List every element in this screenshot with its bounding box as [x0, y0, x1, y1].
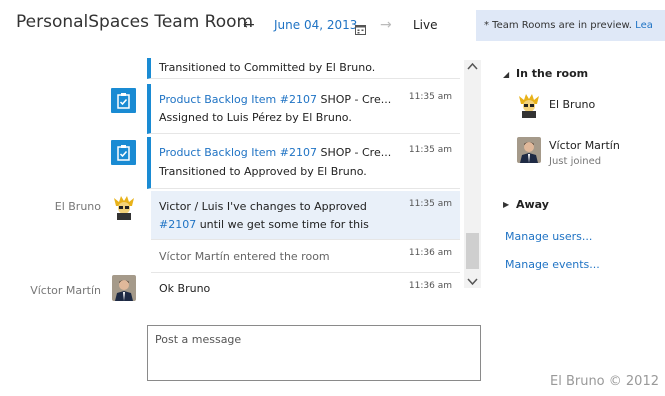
message-item: Victor / Luis I've changes to Approved 1…	[151, 191, 460, 240]
message-text: Transitioned to Committed by El Bruno.	[159, 61, 376, 74]
message-item: Product Backlog Item #2107 SHOP - Cre...…	[147, 84, 460, 134]
work-item-link[interactable]: Product Backlog Item #2107	[159, 146, 317, 159]
work-item-clipboard-icon	[111, 140, 136, 165]
copyright-watermark: El Bruno © 2012	[549, 374, 659, 389]
member-name: Víctor Martín	[549, 139, 620, 152]
scroll-thumb[interactable]	[466, 233, 479, 269]
message-time: 11:35 am	[408, 145, 452, 155]
sender-name: El Bruno	[54, 200, 101, 213]
date-link[interactable]: June 04, 2013	[274, 18, 357, 32]
scroll-down-icon[interactable]	[467, 278, 478, 286]
message-item: Transitioned to Committed by El Bruno.	[147, 58, 460, 79]
message-item: Ok Bruno 11:36 am	[151, 273, 460, 304]
preview-banner: * Team Rooms are in preview. Lea	[476, 10, 665, 41]
scroll-up-icon[interactable]	[467, 62, 478, 70]
system-message-text: Víctor Martín entered the room	[159, 250, 330, 263]
message-text: Victor / Luis I've changes to Approved	[159, 200, 367, 213]
work-item-link[interactable]: Product Backlog Item #2107	[159, 93, 317, 106]
away-heading[interactable]: Away	[516, 198, 549, 211]
collapsed-triangle-icon[interactable]: ▶	[503, 200, 509, 209]
manage-users-link[interactable]: Manage users...	[505, 230, 592, 243]
message-text: Assigned to Luis Pérez by El Bruno.	[159, 111, 352, 124]
room-title: PersonalSpaces Team Room	[16, 12, 254, 32]
avatar-el-bruno	[517, 92, 541, 118]
message-time: 11:35 am	[408, 199, 452, 209]
message-time: 11:35 am	[408, 92, 452, 102]
avatar-el-bruno	[112, 194, 136, 220]
work-item-link[interactable]: #2107	[159, 218, 196, 231]
message-item: Product Backlog Item #2107 SHOP - Cre...…	[147, 137, 460, 189]
manage-events-link[interactable]: Manage events...	[505, 258, 600, 271]
previous-day-arrow-icon[interactable]: ←	[243, 17, 255, 33]
avatar-victor-martin	[112, 275, 136, 301]
message-title: Product Backlog Item #2107 SHOP - Cre...	[159, 93, 391, 106]
work-item-title: SHOP - Cre...	[316, 93, 392, 106]
learn-more-link[interactable]: Lea	[635, 20, 653, 31]
work-item-clipboard-icon	[111, 88, 136, 113]
next-day-arrow-icon[interactable]: →	[380, 17, 392, 33]
member-status: Just joined	[549, 156, 602, 167]
post-message-input[interactable]: Post a message	[147, 325, 481, 381]
message-time: 11:36 am	[408, 248, 452, 258]
expanded-triangle-icon[interactable]: ◢	[503, 70, 509, 79]
avatar-victor-martin	[517, 137, 541, 163]
feed-scrollbar[interactable]	[464, 60, 481, 288]
message-time: 11:36 am	[408, 281, 452, 291]
preview-text: * Team Rooms are in preview.	[484, 20, 632, 31]
message-text-line2: #2107 until we get some time for this	[159, 218, 369, 231]
message-text-rest: until we get some time for this	[196, 218, 369, 231]
live-link[interactable]: Live	[413, 18, 438, 32]
in-the-room-heading[interactable]: In the room	[516, 67, 588, 80]
work-item-title: SHOP - Cre...	[316, 146, 392, 159]
message-text: Transitioned to Approved by El Bruno.	[159, 165, 367, 178]
message-item: Víctor Martín entered the room 11:36 am	[151, 240, 460, 273]
message-title: Product Backlog Item #2107 SHOP - Cre...	[159, 146, 391, 159]
message-text: Ok Bruno	[159, 282, 211, 295]
message-feed: Transitioned to Committed by El Bruno. P…	[0, 58, 480, 304]
member-name: El Bruno	[549, 98, 596, 111]
calendar-icon[interactable]	[355, 20, 366, 35]
sender-name: Víctor Martín	[30, 284, 101, 297]
